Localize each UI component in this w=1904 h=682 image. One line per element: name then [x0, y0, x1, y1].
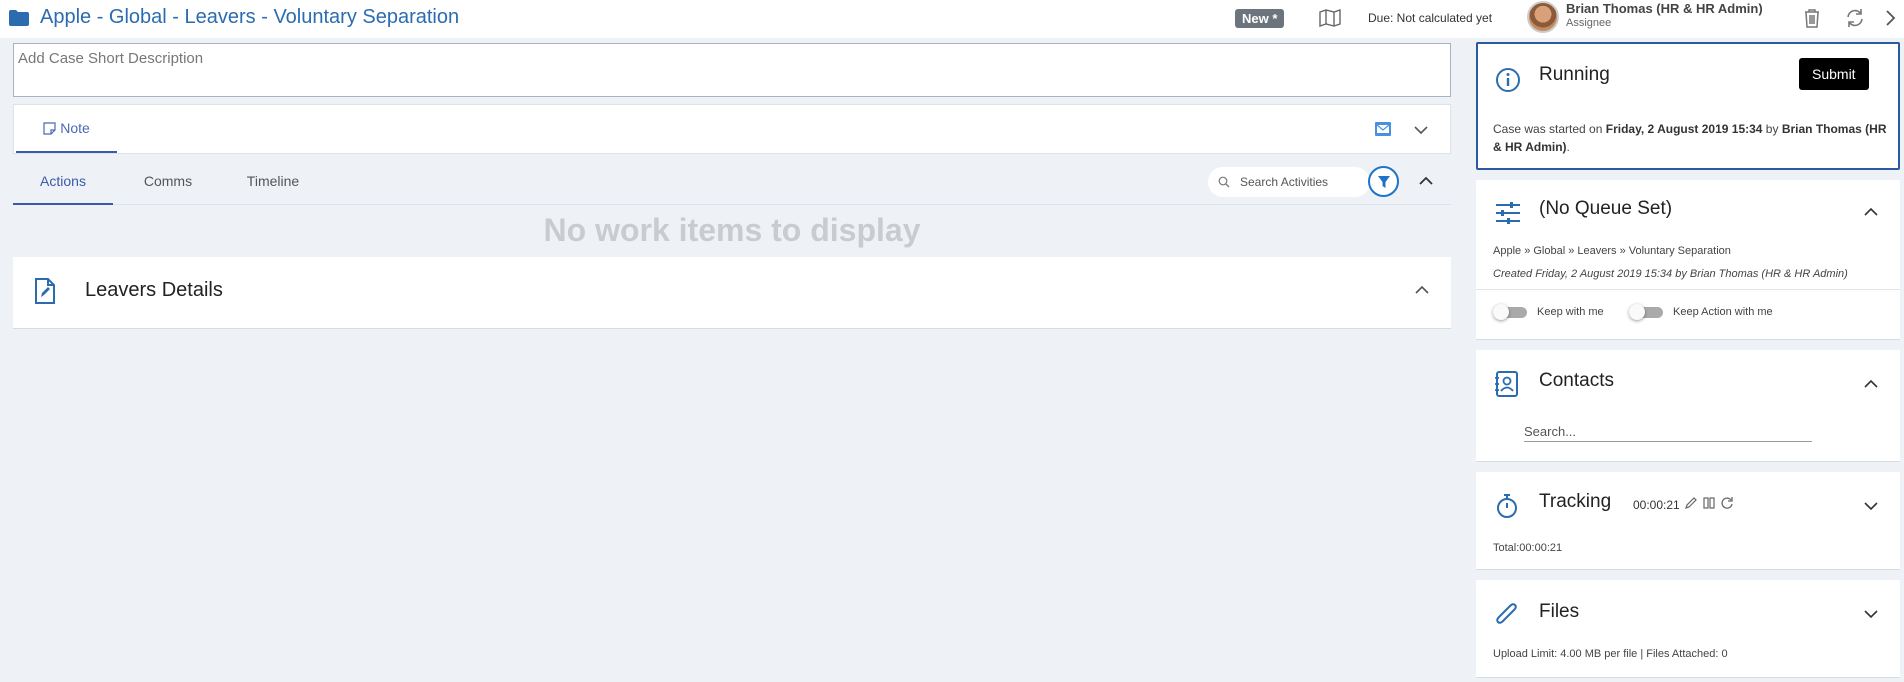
tab-actions[interactable]: Actions	[13, 160, 113, 205]
paperclip-icon	[1496, 603, 1517, 624]
contacts-search-input[interactable]	[1524, 422, 1812, 442]
case-short-description-input[interactable]: Add Case Short Description	[13, 43, 1451, 97]
msg-prefix: Case was started on	[1493, 122, 1606, 136]
activity-tabs: Actions Comms Timeline	[13, 160, 1451, 205]
due-date: Due: Not calculated yet	[1368, 11, 1493, 25]
document-edit-icon	[35, 278, 55, 304]
header-bar: Apple - Global - Leavers - Voluntary Sep…	[0, 0, 1904, 38]
chevron-down-icon[interactable]	[1862, 497, 1880, 515]
queue-card: (No Queue Set) Apple » Global » Leavers …	[1476, 180, 1900, 340]
queue-title: (No Queue Set)	[1539, 198, 1673, 219]
contacts-title: Contacts	[1539, 370, 1614, 391]
empty-state-message: No work items to display	[543, 212, 921, 248]
filter-icon	[1377, 175, 1390, 188]
tab-note-label: Note	[60, 120, 90, 136]
folder-icon	[9, 9, 29, 26]
chevron-down-icon[interactable]	[1412, 121, 1430, 139]
search-icon	[1218, 176, 1230, 188]
chevron-up-icon[interactable]	[1862, 375, 1880, 393]
files-title: Files	[1539, 601, 1580, 622]
status-badge: New *	[1235, 9, 1285, 28]
refresh-icon[interactable]	[1844, 7, 1866, 29]
sliders-icon	[1496, 202, 1520, 224]
files-info: Upload Limit: 4.00 MB per file | Files A…	[1493, 648, 1728, 660]
edit-icon[interactable]	[1684, 496, 1698, 510]
submit-button[interactable]: Submit	[1799, 58, 1869, 90]
case-title-text: Apple - Global - Leavers - Voluntary Sep…	[40, 6, 460, 28]
tab-comms[interactable]: Comms	[118, 160, 218, 205]
search-activities	[1208, 167, 1370, 197]
case-title: Apple - Global - Leavers - Voluntary Sep…	[8, 6, 459, 29]
tab-timeline[interactable]: Timeline	[223, 160, 323, 205]
chevron-down-icon[interactable]	[1862, 605, 1880, 623]
leavers-details-section[interactable]: Leavers Details	[13, 257, 1451, 329]
search-activities-input[interactable]	[1240, 175, 1350, 189]
case-started-message: Case was started on Friday, 2 August 201…	[1493, 120, 1888, 156]
contacts-card: Contacts	[1476, 350, 1900, 462]
chevron-up-icon[interactable]	[1862, 203, 1880, 221]
files-card: Files Upload Limit: 4.00 MB per file | F…	[1476, 580, 1900, 678]
note-icon	[43, 121, 56, 135]
queue-created: Created Friday, 2 August 2019 15:34 by B…	[1493, 268, 1848, 280]
msg-suffix: .	[1566, 140, 1570, 154]
stopwatch-icon	[1497, 494, 1517, 518]
queue-path: Apple » Global » Leavers » Voluntary Sep…	[1493, 245, 1731, 257]
keep-with-me-toggle[interactable]	[1493, 304, 1529, 320]
trash-icon[interactable]	[1801, 7, 1823, 29]
map-icon[interactable]	[1318, 8, 1342, 28]
tracking-total: Total:00:00:21	[1493, 542, 1563, 554]
note-bar: Note	[13, 104, 1451, 154]
reset-icon[interactable]	[1720, 496, 1734, 510]
chevron-up-icon[interactable]	[1417, 172, 1435, 190]
chevron-right-icon[interactable]	[1884, 7, 1898, 29]
msg-by: by	[1762, 122, 1782, 136]
section-title: Leavers Details	[85, 279, 223, 301]
tracking-title: Tracking	[1539, 491, 1612, 512]
tab-note[interactable]: Note	[16, 105, 117, 153]
assignee[interactable]: Brian Thomas (HR & HR Admin) Assignee	[1566, 1, 1763, 29]
msg-date: Friday, 2 August 2019 15:34	[1605, 122, 1763, 136]
tracking-timer: 00:00:21	[1633, 498, 1680, 512]
pause-icon[interactable]	[1702, 496, 1716, 510]
email-icon[interactable]	[1374, 121, 1392, 137]
address-book-icon	[1495, 371, 1518, 397]
running-card: Running Submit Case was started on Frida…	[1476, 42, 1900, 170]
filter-button[interactable]	[1368, 166, 1399, 197]
assignee-role: Assignee	[1566, 17, 1612, 29]
info-icon	[1496, 68, 1520, 92]
keep-with-me-label: Keep with me	[1537, 306, 1604, 318]
assignee-name: Brian Thomas (HR & HR Admin)	[1566, 1, 1763, 16]
keep-action-with-me-label: Keep Action with me	[1673, 306, 1773, 318]
running-title: Running	[1539, 64, 1610, 85]
avatar	[1527, 1, 1559, 33]
chevron-up-icon[interactable]	[1413, 281, 1431, 299]
tracking-card: Tracking 00:00:21 Total:00:00:21	[1476, 472, 1900, 570]
keep-action-with-me-toggle[interactable]	[1629, 304, 1665, 320]
